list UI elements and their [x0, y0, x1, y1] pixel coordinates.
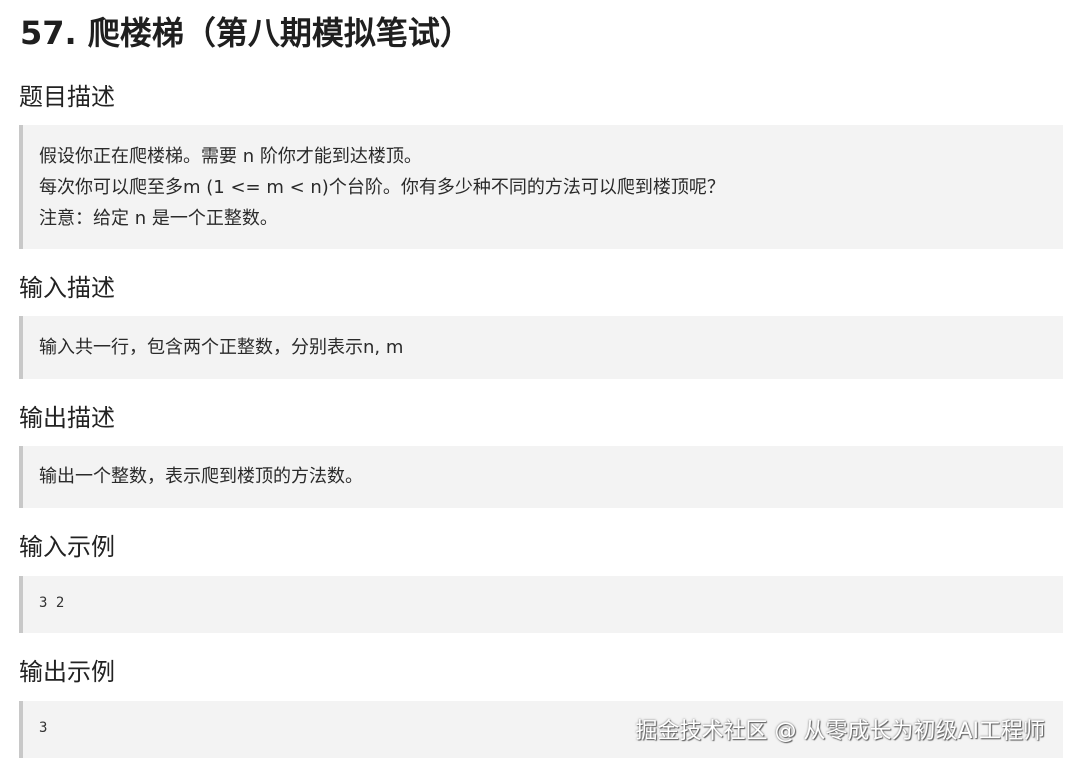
problem-description-block: 假设你正在爬楼梯。需要 n 阶你才能到达楼顶。 每次你可以爬至多m (1 <= … — [19, 125, 1063, 249]
section-heading-sample-output: 输出示例 — [19, 658, 115, 686]
sample-input-code: 3 2 — [39, 595, 65, 611]
watermark: 掘金技术社区 @ 从零成长为初级AI工程师 — [635, 719, 1045, 744]
problem-line: 假设你正在爬楼梯。需要 n 阶你才能到达楼顶。 — [39, 146, 422, 167]
sample-input-code-block: 3 2 — [19, 576, 1063, 633]
section-heading-output: 输出描述 — [19, 404, 115, 432]
input-description-line: 输入共一行，包含两个正整数，分别表示n, m — [39, 337, 404, 358]
output-description-line: 输出一个整数，表示爬到楼顶的方法数。 — [39, 466, 363, 487]
input-description-block: 输入共一行，包含两个正整数，分别表示n, m — [19, 316, 1063, 379]
section-heading-problem: 题目描述 — [19, 83, 115, 111]
page-title: 57. 爬楼梯（第八期模拟笔试） — [20, 14, 472, 52]
problem-line: 每次你可以爬至多m (1 <= m < n)个台阶。你有多少种不同的方法可以爬到… — [39, 177, 725, 198]
section-heading-input: 输入描述 — [19, 274, 115, 302]
output-description-block: 输出一个整数，表示爬到楼顶的方法数。 — [19, 446, 1063, 508]
section-heading-sample-input: 输入示例 — [19, 533, 115, 561]
problem-line: 注意：给定 n 是一个正整数。 — [39, 208, 278, 229]
